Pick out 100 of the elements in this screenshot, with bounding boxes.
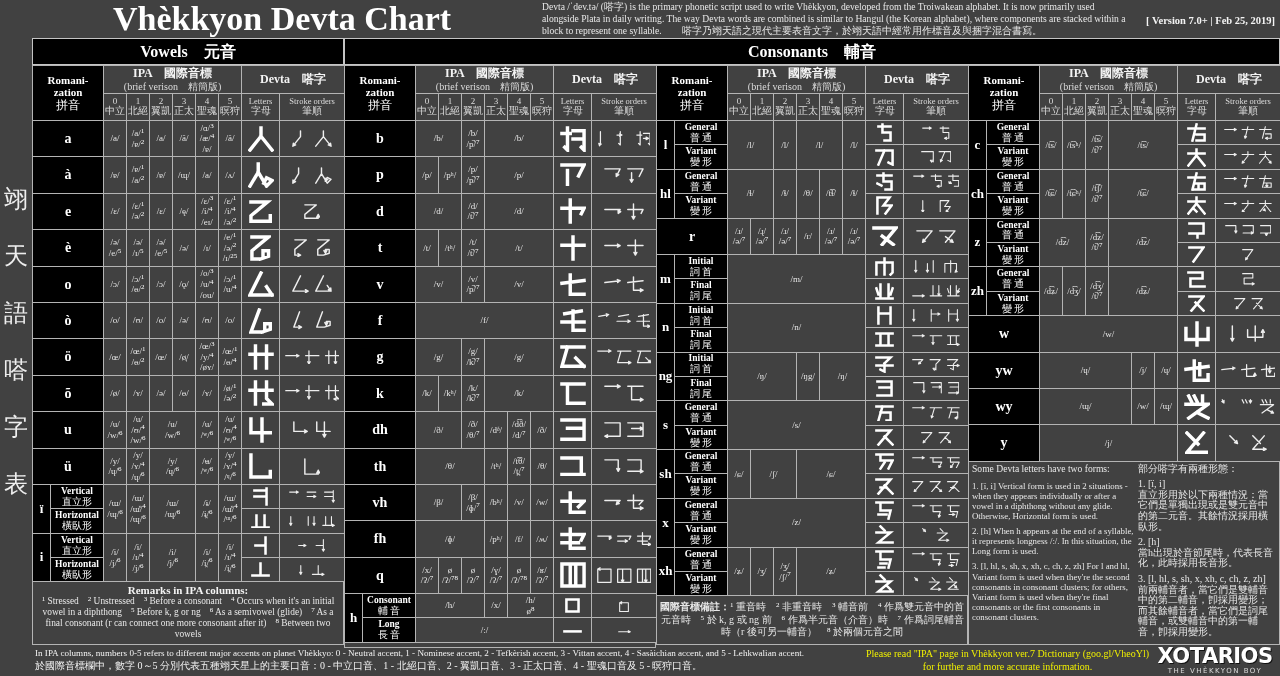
ipa-value: /ʔ/$^{7}$ [488,575,504,586]
column-header: IPA 國際音標 [755,67,838,81]
stroke-order-drawing [912,455,960,469]
notice-text: Please read "IPA" page in Vhèkkyon ver.7 Dictionary (goo.gl/VheoYl) for further and more accurate information. [865,647,1150,674]
column-header: Romani- zation 拼音 [344,65,416,121]
stroke-order-drawing [1241,272,1255,286]
romanization-cell: hl [656,169,675,219]
ipa-value: /ð/ [536,424,548,436]
ipa-value: /ɯ̽/$^{4}$ [129,503,147,515]
ipa-value: /k/ [467,382,479,394]
romanization-cell: o [32,266,104,303]
ipa-value: /ɛ/$^{1}$ [222,195,238,207]
ipa-value: /ɛ/$^{3}$ [199,195,215,207]
stroke-order-drawing [619,600,630,612]
ipa-value: /a/$^{1}$ [130,128,146,139]
ipa-value: ø$^{8}$ [525,605,536,617]
romanization-cell: g [344,338,416,376]
ipa-value: /u/ [109,419,121,430]
stroke-order-drawing [912,309,960,322]
accent-header: 2 翼凱 [150,97,172,117]
notes-label: 3. [l, hl, s, sh, x, xh, c, ch, z, zh] [1138,574,1266,585]
ipa-value: /ʔ/$^{78}$ [441,575,459,586]
column-header: Letters 字母 [1183,97,1210,117]
ipa-value: /θ/ [536,460,548,472]
column-header: Letters 字母 [247,97,274,117]
devta-letter-icon [248,307,273,334]
accent-header: 4 聖魂 [820,97,842,117]
romanization-cell: ö [32,338,104,376]
stroke-order-drawing [1221,399,1275,414]
romanization-cell: ü [32,448,104,485]
ipa-value: /ə/$^{2}$ [222,216,238,228]
devta-letter-icon [559,272,586,296]
devta-letter-icon [559,527,586,551]
ipa-value: /ʌ/ [224,169,236,181]
ipa-value: /ɹ/ [849,225,860,237]
romanization-cell: b [344,120,416,157]
column-header: Stroke orders 筆順 [600,97,648,117]
romanization-cell: v [344,266,416,303]
ipa-value: /ɰ/ [177,169,191,181]
ipa-value: /ɛ/$^{1}$ [130,200,146,212]
devta-letter-icon [1188,221,1206,239]
ipa-value: /d͡ʑ/ [1135,285,1151,297]
stroke-order-drawing [604,203,644,220]
ipa-value: /t͡ɕʰ/ [1065,188,1083,199]
stroke-order-drawing [292,130,332,148]
ipa-value: /øʏ/ [199,362,215,373]
accent-header: 3 正太 [1109,97,1131,117]
accent-header: 5 暝狩 [1155,97,1177,117]
devta-letter-icon [877,123,893,143]
ipa-value: /ə/ [155,388,167,399]
ipa-value: /t/ [422,242,432,254]
devta-letter-icon [1188,246,1206,264]
romanization-cell: z [968,218,987,267]
notes-text: 當h出現於音節尾時，代表長音化，此時採用長音形。 [1138,547,1274,570]
ipa-value: /y/ [109,455,121,467]
description-text: Devta /ˈdev.tə/ (嗒字) is the primary phonetic script used to write Vhèkkyon, developed from the Troiwakean alphabet. It is now primarily used alongside Plata in daily writing. The way Devta words are combined is similar to Hangul (the Korean alphabet), where components are stacked within a block to represent one syllable. 嗒字乃翊天語之現代主要表音文字，於翊天語中經常用作標音及與捆字混合書寫。 [542,1,1127,38]
ipa-value: /p/ [467,164,479,176]
romanization-cell: x [656,498,675,548]
ipa-value: /ʃ/$^{7}$ [778,571,792,583]
ipa-value: /dᶞ/ [488,424,504,436]
stroke-order-drawing [920,151,952,164]
ipa-value: /t̚/$^{7}$ [1090,242,1104,254]
ipa-value: /j/ [1138,364,1148,376]
devta-letter-icon [875,453,895,471]
devta-letter-icon [875,525,895,545]
devta-letter-icon [1183,358,1210,382]
devta-letter-icon [250,234,271,261]
ipa-value: /pʰ/ [442,169,458,181]
ipa-value: /ʷ/$^{6}$ [199,466,215,477]
section-heading: Consonants 輔音 [344,38,1280,65]
devta-letter-icon [559,125,586,152]
ipa-value: /bʰ/ [488,497,504,508]
ipa-value: /j/$^{6}$ [108,557,122,569]
ipa-value: /w/$^{6}$ [106,429,124,441]
ipa-value: /a/ [155,133,167,144]
ipa-value: /a/ [201,169,213,181]
ipa-value: /ə/$^{7}$ [823,236,839,247]
devta-letter-icon [253,487,269,507]
ipa-value: /k/ [421,388,433,399]
ipa-value: /d/ [467,200,479,212]
ipa-value: /ʏ/ [132,388,144,399]
romanization-cell: f [344,302,416,339]
stroke-order-drawing [303,457,321,475]
accent-header: 2 翼凱 [462,97,484,117]
ipa-value: /ɔ/ [155,278,167,290]
ipa-value: /ɐ/ [109,169,121,181]
devta-letter-icon [559,418,586,442]
ipa-value: /d͡z/ [1054,237,1071,248]
ipa-value: /h/ [524,595,537,606]
ipa-value: /p̚/$^{7}$ [465,138,481,150]
devta-letter-icon [247,380,274,407]
ipa-value: /ʏ/ [201,388,213,399]
ipa-value: /ɹ/ [780,225,790,237]
ipa-value: /t͡s/ [1136,139,1150,151]
stroke-order-drawing [921,199,952,213]
ipa-value: /y/$^{4}$ [199,351,215,363]
stroke-order-drawing [912,358,960,371]
ipa-value: /d͡z/ [1089,231,1105,243]
accent-header: 5 暝狩 [843,97,865,117]
ipa-value: /ʑ/ [733,566,745,577]
